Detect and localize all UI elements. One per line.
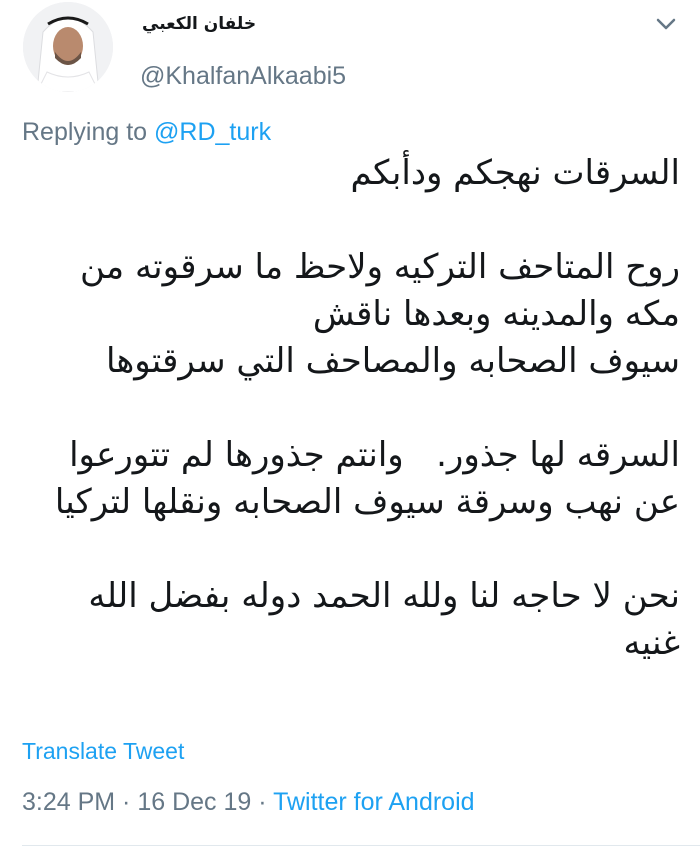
user-handle[interactable]: @KhalfanAlkaabi5 [140,62,346,91]
display-name[interactable]: خلفان الكعبي [142,14,256,34]
meta-separator: · [251,788,274,816]
tweet-line: نحن لا حاجه لنا ولله الحمد دوله بفضل الل… [88,576,680,616]
divider [22,845,700,846]
tweet-line: غنيه [623,623,680,663]
tweet-line: السرقات نهجكم ودأبكم [350,153,681,193]
translate-tweet-link[interactable]: Translate Tweet [22,738,184,765]
tweet-text: السرقات نهجكم ودأبكم روح المتاحف التركيه… [22,150,680,667]
tweet-line: روح المتاحف التركيه ولاحظ ما سرقوته من [80,247,680,287]
meta-separator: · [115,788,138,816]
avatar-image [23,2,113,92]
tweet-line: السرقه لها جذور. وانتم جذورها لم تتورعوا [69,435,680,475]
reply-mention-link[interactable]: @RD_turk [154,118,271,146]
tweet-source-link[interactable]: Twitter for Android [273,788,474,816]
user-avatar[interactable] [23,2,113,92]
replying-to: Replying to @RD_turk [22,118,271,147]
tweet-header: خلفان الكعبي @KhalfanAlkaabi5 [0,0,700,110]
tweet-meta: 3:24 PM · 16 Dec 19 · Twitter for Androi… [22,788,475,817]
tweet-time[interactable]: 3:24 PM [22,788,115,816]
chevron-down-icon[interactable] [652,14,680,34]
tweet-line: مكه والمدينه وبعدها ناقش [312,294,680,334]
tweet-line: سيوف الصحابه والمصاحف التي سرقتوها [105,341,680,381]
tweet-date[interactable]: 16 Dec 19 [137,788,251,816]
replying-prefix: Replying to [22,118,155,146]
tweet-line: عن نهب وسرقة سيوف الصحابه ونقلها لتركيا [54,482,680,522]
